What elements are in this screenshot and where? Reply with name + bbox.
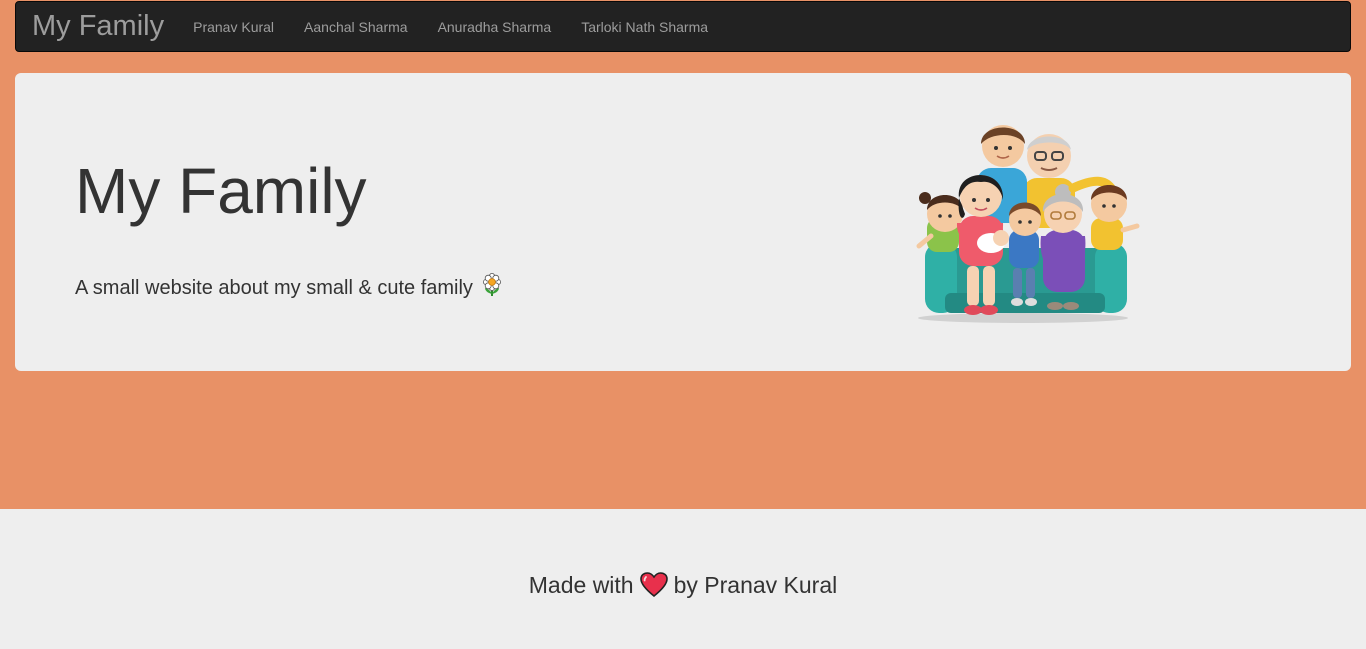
family-illustration: [905, 118, 1141, 324]
hero-subtitle-text: A small website about my small & cute fa…: [75, 276, 473, 299]
heart-icon: [639, 572, 668, 604]
nav-link-pranav-kural[interactable]: Pranav Kural: [178, 19, 289, 35]
hero-subtitle: A small website about my small & cute fa…: [75, 273, 503, 303]
hero-title: My Family: [75, 155, 367, 227]
flower-icon: [481, 273, 503, 303]
footer-credit: Made with by Pranav Kural: [0, 572, 1366, 604]
hero-jumbotron: My Family A small website about my small…: [15, 73, 1351, 371]
navbar: My Family Pranav Kural Aanchal Sharma An…: [15, 1, 1351, 52]
navbar-brand[interactable]: My Family: [32, 12, 164, 41]
footer-prefix: Made with: [528, 572, 634, 598]
nav-link-aanchal-sharma[interactable]: Aanchal Sharma: [289, 19, 423, 35]
footer-suffix: by Pranav Kural: [673, 572, 838, 598]
nav-link-anuradha-sharma[interactable]: Anuradha Sharma: [423, 19, 567, 35]
footer: Made with by Pranav Kural: [0, 509, 1366, 649]
nav-links: Pranav Kural Aanchal Sharma Anuradha Sha…: [178, 19, 723, 35]
nav-link-tarloki-nath-sharma[interactable]: Tarloki Nath Sharma: [566, 19, 723, 35]
